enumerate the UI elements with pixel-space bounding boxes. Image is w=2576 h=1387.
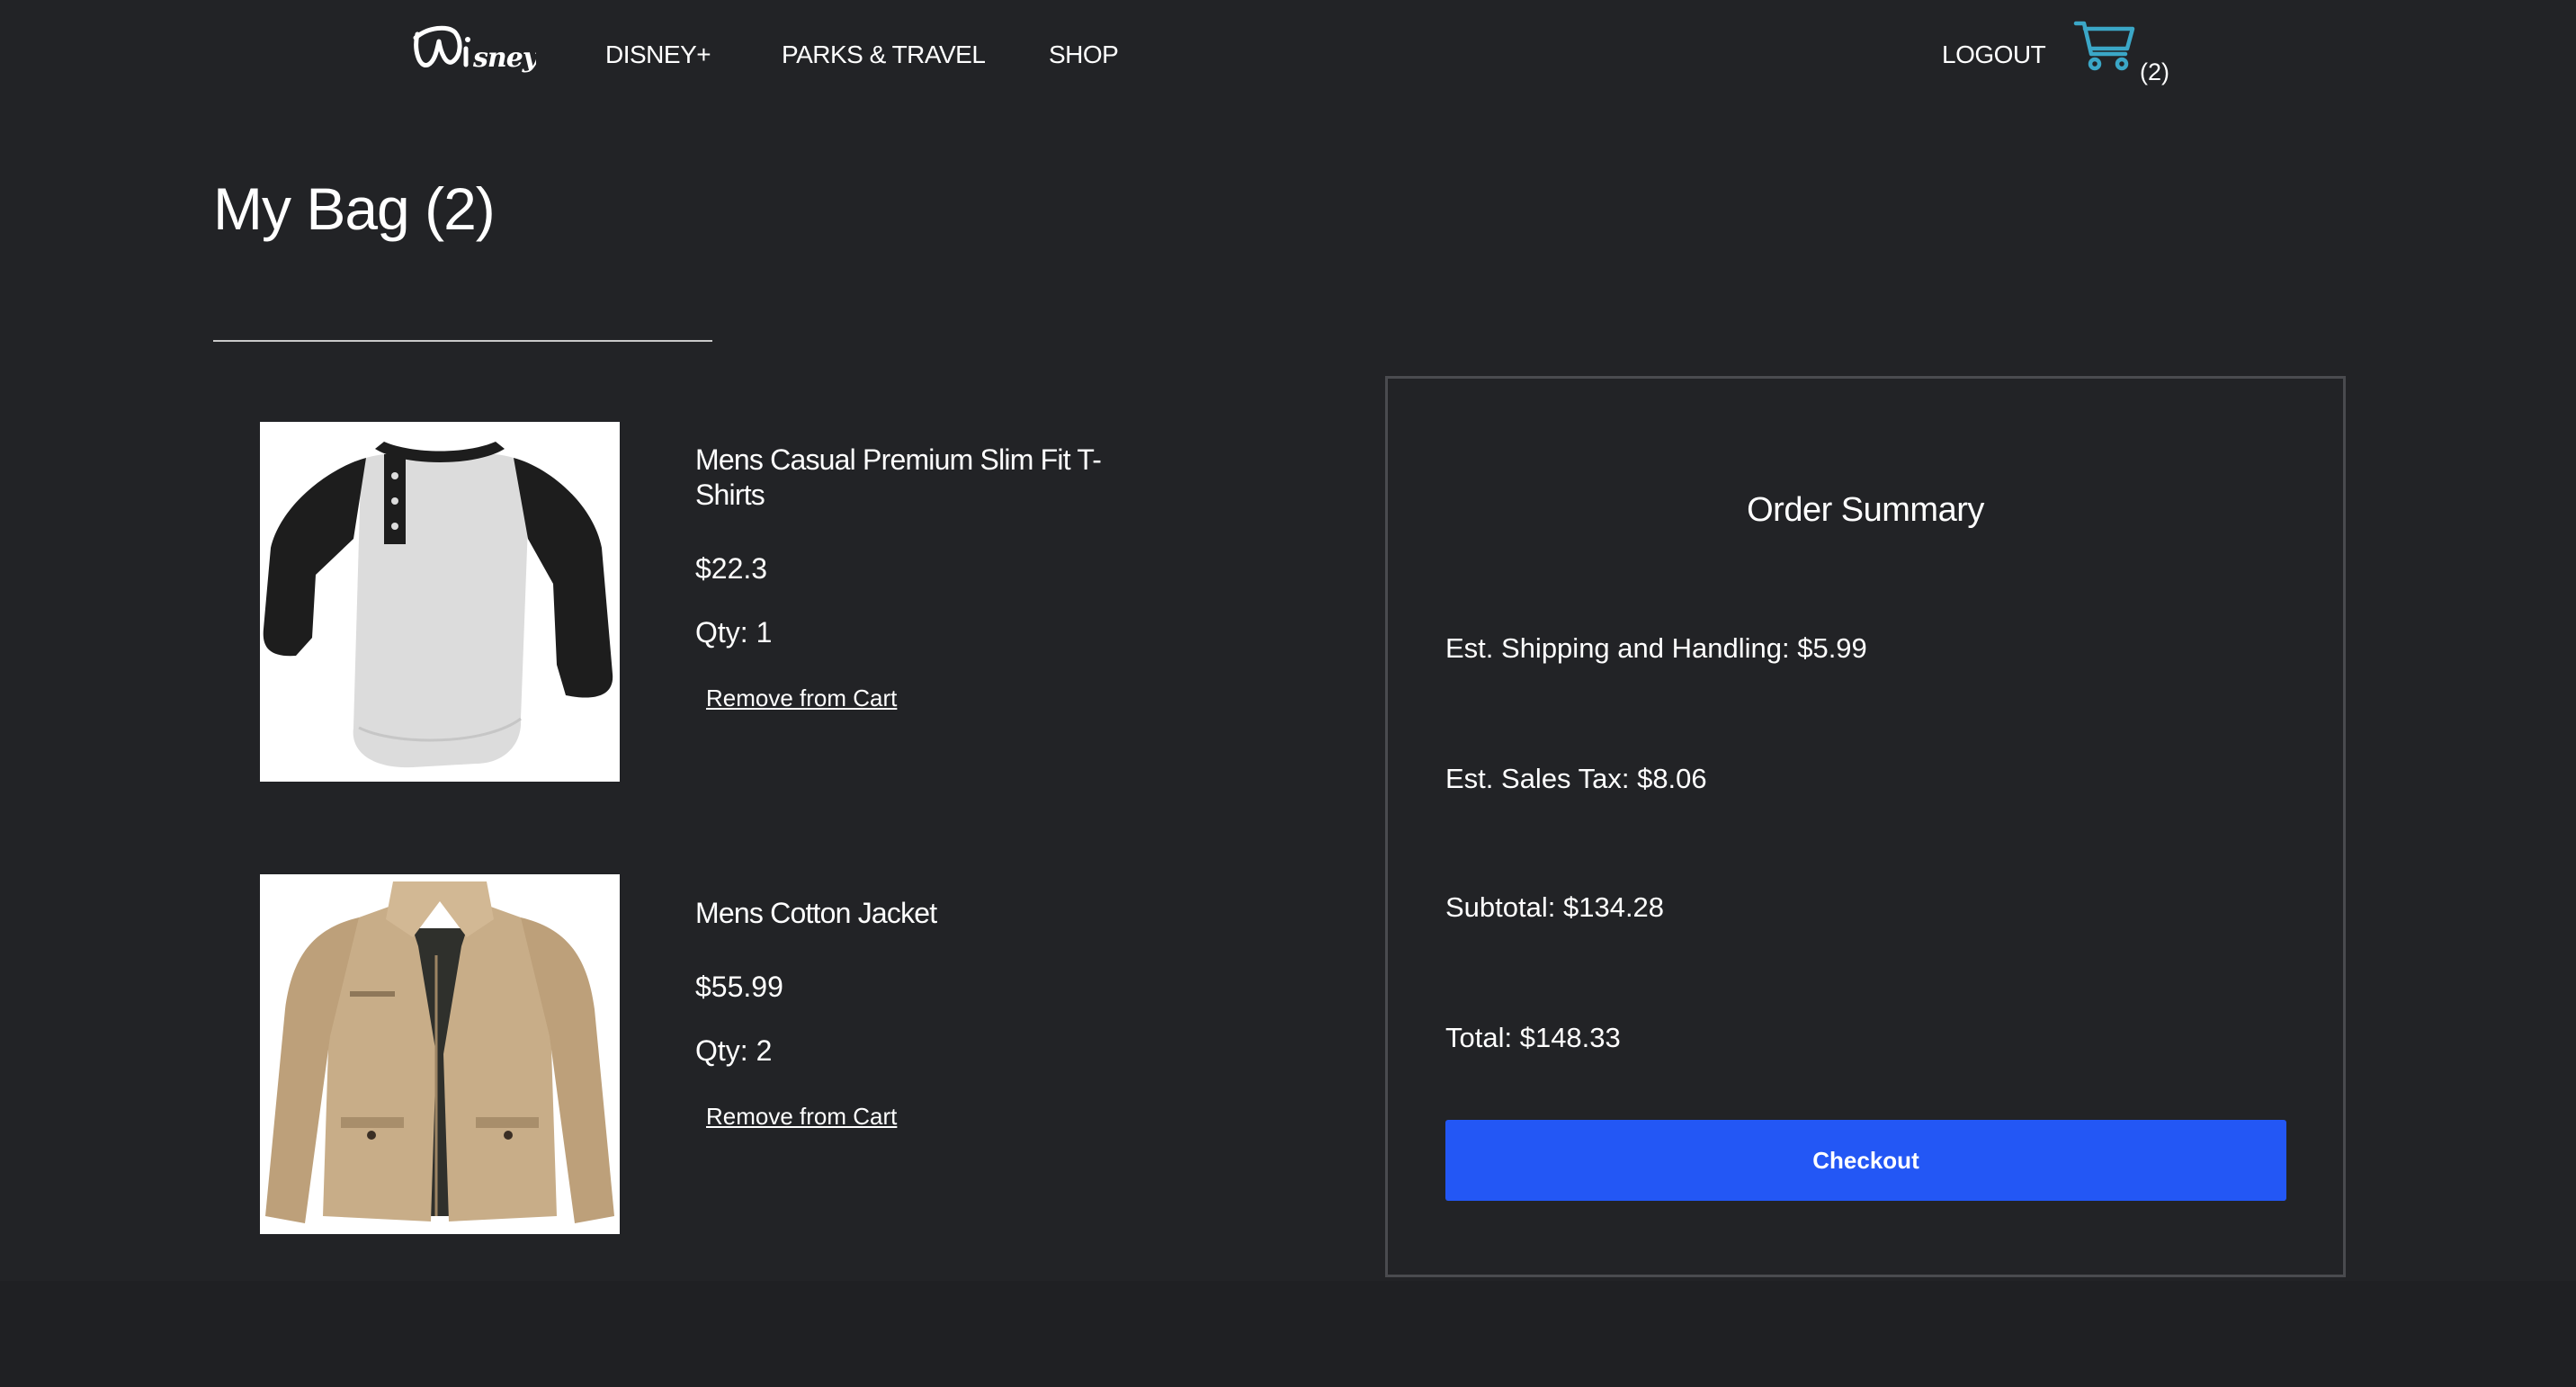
cart-item-quantity: Qty: 2 — [695, 1034, 773, 1067]
nav-link-disney-plus[interactable]: DISNEY+ — [605, 38, 711, 72]
cart-count-badge: (2) — [2140, 58, 2169, 85]
order-total: Total: $148.33 — [1445, 1022, 1621, 1053]
remove-from-cart-link[interactable]: Remove from Cart — [706, 683, 897, 713]
shipping-estimate: Est. Shipping and Handling: $5.99 — [1445, 632, 1867, 664]
remove-from-cart-link[interactable]: Remove from Cart — [706, 1101, 897, 1132]
cart-item-name[interactable]: Mens Cotton Jacket — [695, 896, 1163, 931]
order-summary-panel: Order Summary Est. Shipping and Handling… — [1385, 376, 2346, 1277]
nav-link-parks-travel[interactable]: PARKS & TRAVEL — [782, 38, 986, 72]
cart-item-quantity: Qty: 1 — [695, 616, 773, 649]
cart-icon[interactable] — [2073, 18, 2136, 76]
page-title: My Bag (2) — [213, 175, 496, 242]
checkout-button[interactable]: Checkout — [1445, 1120, 2286, 1201]
logout-link[interactable]: LOGOUT — [1942, 38, 2046, 72]
raglan-henley-shirt-image — [260, 422, 620, 782]
sales-tax-estimate: Est. Sales Tax: $8.06 — [1445, 763, 1707, 794]
cart-item-price: $22.3 — [695, 552, 768, 585]
nav-link-shop[interactable]: SHOP — [1049, 38, 1119, 72]
title-divider — [213, 340, 712, 342]
khaki-cotton-jacket-image — [260, 874, 620, 1234]
disney-logo[interactable]: sney — [408, 16, 541, 85]
cart-item-name[interactable]: Mens Casual Premium Slim Fit T-Shirts — [695, 443, 1163, 513]
disney-logo-icon: sney — [413, 25, 541, 74]
cart-item-price: $55.99 — [695, 971, 783, 1003]
order-summary-title: Order Summary — [1747, 491, 1984, 529]
svg-text:sney: sney — [472, 42, 536, 74]
subtotal: Subtotal: $134.28 — [1445, 891, 1665, 923]
